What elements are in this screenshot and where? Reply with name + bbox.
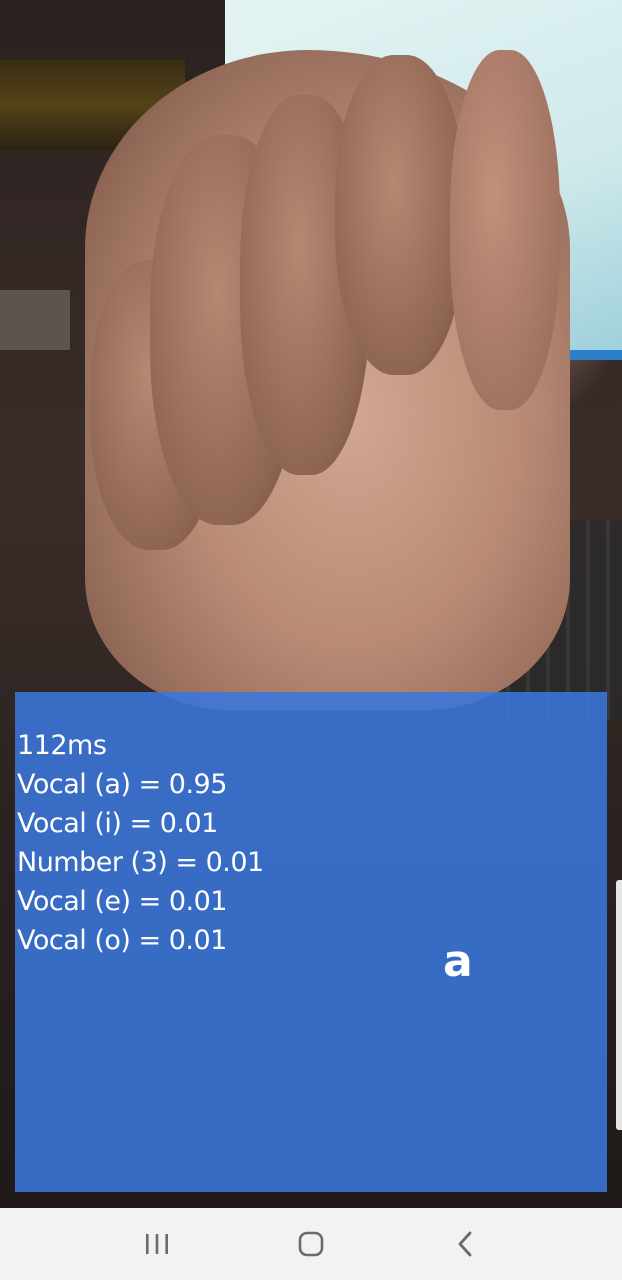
edge-panel-handle[interactable] — [616, 880, 622, 1130]
home-button[interactable] — [279, 1212, 343, 1276]
predicted-letter: a — [443, 936, 473, 987]
prediction-row: Number (3) = 0.01 — [17, 847, 264, 878]
hand-finger — [335, 55, 465, 375]
result-list: 112ms Vocal (a) = 0.95 Vocal (i) = 0.01 … — [17, 726, 264, 960]
recents-button[interactable] — [125, 1212, 189, 1276]
prediction-row: Vocal (i) = 0.01 — [17, 808, 218, 839]
home-icon — [298, 1231, 324, 1257]
inference-time: 112ms — [17, 730, 107, 761]
hand-thumb — [450, 50, 560, 410]
navigation-bar — [0, 1208, 622, 1280]
background-wall — [0, 290, 70, 350]
back-button[interactable] — [433, 1212, 497, 1276]
prediction-row: Vocal (o) = 0.01 — [17, 925, 227, 956]
prediction-row: Vocal (e) = 0.01 — [17, 886, 227, 917]
result-panel: 112ms Vocal (a) = 0.95 Vocal (i) = 0.01 … — [15, 692, 607, 1192]
screen: 112ms Vocal (a) = 0.95 Vocal (i) = 0.01 … — [0, 0, 622, 1280]
recents-icon — [146, 1234, 168, 1254]
prediction-row: Vocal (a) = 0.95 — [17, 769, 227, 800]
back-icon — [458, 1231, 472, 1257]
